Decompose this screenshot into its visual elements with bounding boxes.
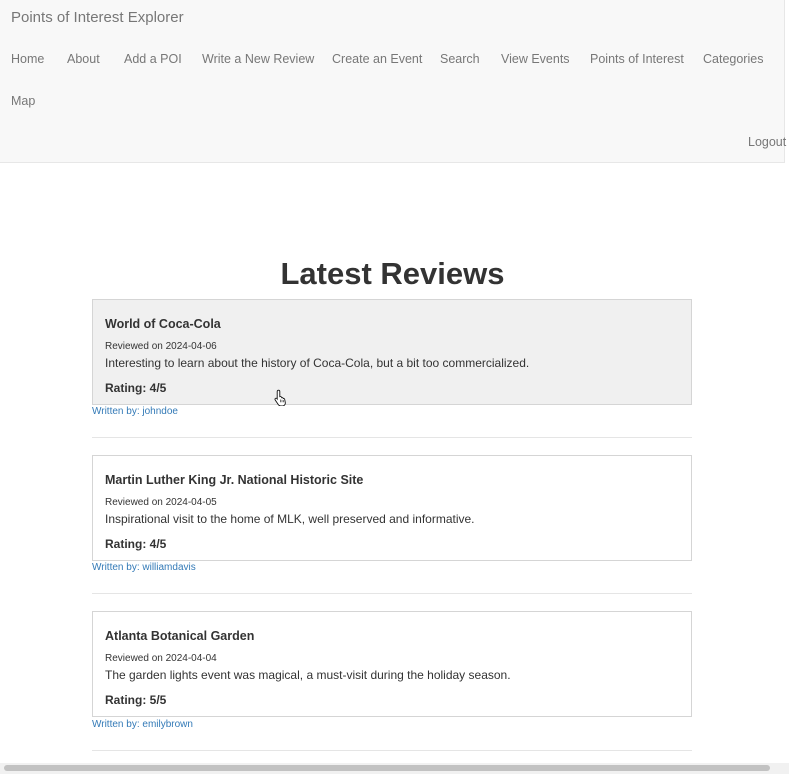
review-author-link[interactable]: Written by: johndoe	[92, 406, 178, 417]
page-title: Latest Reviews	[280, 256, 505, 291]
scrollbar-thumb[interactable]	[4, 765, 770, 771]
nav-logout[interactable]: Logout	[748, 135, 786, 149]
review-rating: Rating: 4/5	[105, 537, 167, 551]
review-date: Reviewed on 2024-04-06	[105, 341, 217, 352]
nav-home[interactable]: Home	[11, 52, 44, 66]
review-author-link[interactable]: Written by: williamdavis	[92, 562, 196, 573]
review-rating: Rating: 4/5	[105, 381, 167, 395]
review-text: The garden lights event was magical, a m…	[105, 668, 511, 682]
nav-points-of-interest[interactable]: Points of Interest	[590, 52, 684, 66]
review-card[interactable]: Martin Luther King Jr. National Historic…	[92, 455, 692, 561]
review-date: Reviewed on 2024-04-04	[105, 653, 217, 664]
nav-add-poi[interactable]: Add a POI	[124, 52, 182, 66]
nav-categories[interactable]: Categories	[703, 52, 763, 66]
review-divider	[92, 437, 692, 438]
review-poi-name: World of Coca-Cola	[105, 317, 221, 331]
review-divider	[92, 750, 692, 751]
review-author-link[interactable]: Written by: emilybrown	[92, 719, 193, 730]
nav-write-review[interactable]: Write a New Review	[202, 52, 314, 66]
nav-about[interactable]: About	[67, 52, 100, 66]
review-date: Reviewed on 2024-04-05	[105, 497, 217, 508]
review-divider	[92, 593, 692, 594]
review-poi-name: Atlanta Botanical Garden	[105, 629, 255, 643]
review-rating: Rating: 5/5	[105, 693, 167, 707]
top-navbar: Points of Interest Explorer Home About A…	[0, 0, 786, 163]
brand-title[interactable]: Points of Interest Explorer	[11, 9, 184, 26]
nav-create-event[interactable]: Create an Event	[332, 52, 422, 66]
review-text: Interesting to learn about the history o…	[105, 356, 530, 370]
nav-search[interactable]: Search	[440, 52, 480, 66]
review-text: Inspirational visit to the home of MLK, …	[105, 512, 475, 526]
nav-map[interactable]: Map	[11, 94, 35, 108]
horizontal-scrollbar[interactable]	[0, 763, 789, 774]
review-poi-name: Martin Luther King Jr. National Historic…	[105, 473, 364, 487]
hand-pointer-icon	[274, 389, 286, 406]
review-card[interactable]: World of Coca-Cola Reviewed on 2024-04-0…	[92, 299, 692, 405]
review-card[interactable]: Atlanta Botanical Garden Reviewed on 202…	[92, 611, 692, 717]
nav-view-events[interactable]: View Events	[501, 52, 570, 66]
